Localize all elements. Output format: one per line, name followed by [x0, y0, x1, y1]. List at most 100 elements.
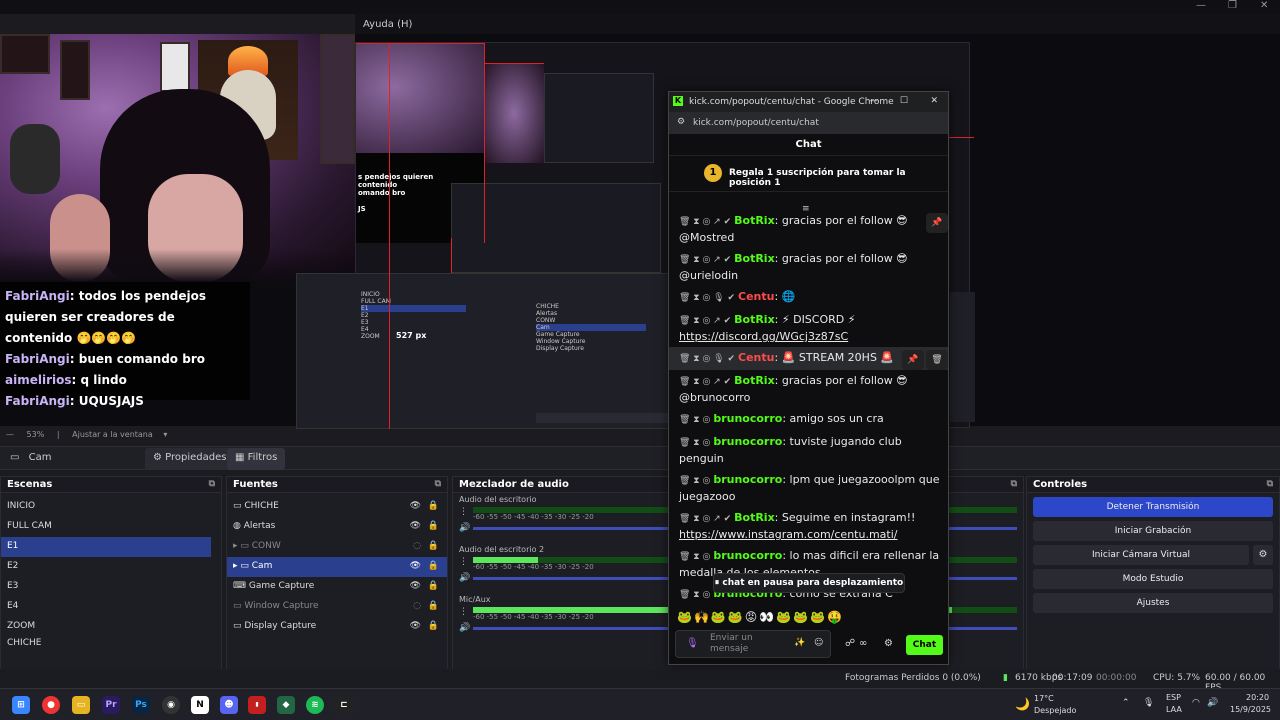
minimize-icon[interactable]: — — [1196, 0, 1206, 11]
source-item[interactable]: ◍ Alertas 👁 🔒 — [227, 517, 447, 537]
studio-mode-button[interactable]: Modo Estudio — [1033, 569, 1273, 589]
users-icon[interactable]: ☍ — [845, 638, 855, 649]
speaker-icon[interactable]: 🔊 — [459, 573, 470, 583]
site-info-icon[interactable]: ⚙ — [677, 117, 685, 127]
lock-icon[interactable]: 🔒 — [428, 581, 439, 591]
popout-icon[interactable]: ⧉ — [1011, 479, 1017, 489]
pin-icon[interactable]: 📌 — [902, 350, 924, 370]
close-icon[interactable]: ✕ — [1260, 0, 1268, 11]
start-recording-button[interactable]: Iniciar Grabación — [1033, 521, 1273, 541]
chat-username[interactable]: BotRix — [734, 511, 775, 524]
chat-username[interactable]: Centu — [738, 290, 774, 303]
chat-username[interactable]: brunocorro — [713, 412, 782, 425]
photoshop-icon[interactable]: Ps — [132, 696, 150, 714]
pin-icon[interactable]: 📌 — [926, 213, 948, 233]
scene-item-selected[interactable]: E1 — [1, 537, 211, 557]
chevron-down-icon[interactable]: ▾ — [163, 430, 167, 439]
chat-username[interactable]: brunocorro — [713, 549, 782, 562]
emote-bar[interactable]: 🐸🙌🐸🐸😡👀🐸🐸🐸🤑 — [677, 610, 844, 626]
lock-icon[interactable]: 🔒 — [428, 501, 439, 511]
sparkle-icon[interactable]: ✨ — [794, 638, 805, 648]
capcut-icon[interactable]: ⊏ — [335, 696, 353, 714]
gear-icon[interactable]: ⚙ — [1253, 545, 1273, 565]
spotify-icon[interactable]: ≋ — [306, 696, 324, 714]
close-icon[interactable]: ✕ — [930, 96, 938, 106]
scene-item[interactable]: E2 — [1, 557, 221, 577]
app-icon[interactable]: ▮ — [248, 696, 266, 714]
eye-hidden-icon[interactable]: ◌ — [413, 601, 421, 611]
chat-paused-banner[interactable]: ⏸ chat en pausa para desplazamiento — [713, 573, 905, 593]
premiere-icon[interactable]: Pr — [102, 696, 120, 714]
source-item[interactable]: ▭ CHICHE 👁 🔒 — [227, 497, 447, 517]
eye-icon[interactable]: 👁 — [410, 561, 421, 571]
scene-item[interactable]: E3 — [1, 577, 221, 597]
sub-gift-banner[interactable]: 1 Regala 1 suscripción para tomar la pos… — [669, 156, 948, 192]
fit-window[interactable]: Ajustar a la ventana — [72, 430, 153, 439]
menu-help[interactable]: Ayuda (H) — [363, 19, 412, 30]
settings-button[interactable]: Ajustes — [1033, 593, 1273, 613]
lock-icon[interactable]: 🔒 — [428, 521, 439, 531]
scene-item[interactable]: E4 — [1, 597, 221, 617]
scene-item[interactable]: CHICHE — [1, 637, 221, 647]
zoom-level[interactable]: 53% — [27, 430, 45, 439]
minimize-icon[interactable]: — — [869, 96, 878, 106]
lock-icon[interactable]: 🔒 — [428, 561, 439, 571]
discord-link[interactable]: https://discord.gg/WGcj3z87sC — [679, 330, 848, 343]
chat-username[interactable]: BotRix — [734, 214, 775, 227]
chat-username[interactable]: brunocorro — [713, 435, 782, 448]
speaker-icon[interactable]: 🔊 — [459, 523, 470, 533]
chat-username[interactable]: BotRix — [734, 313, 775, 326]
popout-icon[interactable]: ⧉ — [209, 479, 215, 489]
lock-icon[interactable]: 🔒 — [428, 541, 439, 551]
chat-send-button[interactable]: Chat — [906, 635, 943, 655]
source-item[interactable]: ▭ Window Capture ◌ 🔒 — [227, 597, 447, 617]
chevron-up-icon[interactable]: ⌃ — [1122, 698, 1130, 708]
scene-item[interactable]: ZOOM — [1, 617, 221, 637]
trash-icon[interactable]: 🗑 — [926, 350, 948, 370]
scene-item[interactable]: FULL CAM — [1, 517, 221, 537]
eye-icon[interactable]: 👁 — [410, 521, 421, 531]
mic-icon[interactable]: 🎙 — [1143, 698, 1154, 708]
scene-item[interactable]: INICIO — [1, 497, 221, 517]
chat-username[interactable]: BotRix — [734, 374, 775, 387]
kebab-icon[interactable]: ⋮ — [459, 557, 468, 567]
chrome-icon[interactable]: ● — [42, 696, 60, 714]
app-diamond-icon[interactable]: ◆ — [277, 696, 295, 714]
gear-icon[interactable]: ⚙ — [884, 638, 893, 649]
popout-icon[interactable]: ⧉ — [435, 479, 441, 489]
lock-icon[interactable]: 🔒 — [428, 601, 439, 611]
lang-code[interactable]: ESP — [1166, 693, 1181, 702]
eye-icon[interactable]: 👁 — [410, 501, 421, 511]
kebab-icon[interactable]: ⋮ — [459, 607, 468, 617]
maximize-icon[interactable]: ❐ — [1228, 0, 1237, 11]
filters-button[interactable]: ▦ Filtros — [227, 448, 286, 470]
speaker-icon[interactable]: 🔊 — [1207, 698, 1218, 708]
speaker-icon[interactable]: 🔊 — [459, 623, 470, 633]
emoji-icon[interactable]: ☺ — [814, 638, 823, 648]
stop-streaming-button[interactable]: Detener Transmisión — [1033, 497, 1273, 517]
clock-time[interactable]: 20:20 — [1246, 693, 1269, 702]
eye-icon[interactable]: 👁 — [410, 581, 421, 591]
file-explorer-icon[interactable]: ▭ — [72, 696, 90, 714]
maximize-icon[interactable]: ☐ — [900, 96, 908, 106]
chat-input[interactable]: 🎙 Enviar un mensaje ✨ ☺ — [675, 630, 831, 658]
source-item-selected[interactable]: ▸ ▭ Cam 👁 🔒 — [227, 557, 447, 577]
mic-icon[interactable]: 🎙 — [686, 638, 699, 649]
obs-icon[interactable]: ◉ — [162, 696, 180, 714]
popout-icon[interactable]: ⧉ — [1267, 479, 1273, 489]
properties-button[interactable]: ⚙ Propiedades — [145, 448, 235, 470]
windows-start-icon[interactable]: ⊞ — [12, 696, 30, 714]
discord-icon[interactable]: ☻ — [220, 696, 238, 714]
wifi-icon[interactable]: ◠ — [1192, 698, 1200, 708]
chat-username[interactable]: Centu — [738, 351, 774, 364]
source-item[interactable]: ▭ Display Capture 👁 🔒 — [227, 617, 447, 637]
start-virtual-camera-button[interactable]: Iniciar Cámara Virtual — [1033, 545, 1249, 565]
eye-hidden-icon[interactable]: ◌ — [413, 541, 421, 551]
preview-canvas[interactable]: FabriAngi: todos los pendejos quieren se… — [0, 34, 1280, 429]
chat-username[interactable]: brunocorro — [713, 473, 782, 486]
lock-icon[interactable]: 🔒 — [428, 621, 439, 631]
address-bar[interactable]: ⚙ kick.com/popout/centu/chat — [669, 112, 948, 134]
instagram-link[interactable]: https://www.instagram.com/centu.mati/ — [679, 528, 897, 541]
loop-icon[interactable]: ∞ — [859, 638, 867, 649]
kebab-icon[interactable]: ⋮ — [459, 507, 468, 517]
